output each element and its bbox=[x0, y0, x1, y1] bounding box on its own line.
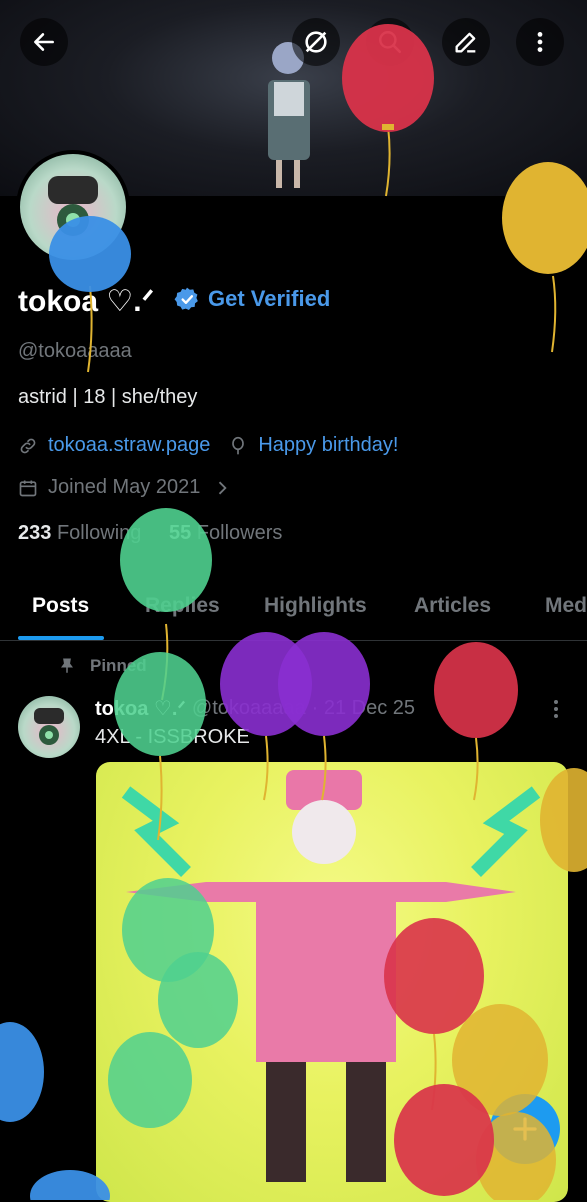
post-header: tokoa ♡.ᐟ @tokoaaaaa · 21 Dec 25 bbox=[95, 696, 415, 721]
calendar-icon bbox=[19, 480, 37, 496]
compose-button[interactable] bbox=[490, 1094, 560, 1164]
balloon-icon bbox=[232, 436, 245, 454]
followers-link[interactable]: 55 Followers bbox=[169, 522, 282, 544]
tab-posts[interactable]: Posts bbox=[32, 594, 89, 618]
more-button[interactable] bbox=[516, 18, 564, 66]
get-verified-label: Get Verified bbox=[208, 286, 331, 311]
avatar-image bbox=[20, 154, 126, 260]
verified-badge-icon bbox=[174, 287, 198, 311]
pencil-icon bbox=[455, 32, 476, 53]
post-author-name[interactable]: tokoa ♡.ᐟ bbox=[95, 696, 186, 721]
birthday-label[interactable]: Happy birthday! bbox=[258, 434, 398, 457]
grok-icon bbox=[305, 31, 327, 53]
tab-articles[interactable]: Articles bbox=[414, 594, 491, 618]
grok-button[interactable] bbox=[292, 18, 340, 66]
pinned-label: Pinned bbox=[90, 656, 147, 675]
edit-profile-button[interactable] bbox=[442, 18, 490, 66]
profile-tabs: Posts Replies Highlights Articles Media bbox=[0, 584, 587, 641]
following-count: 233 bbox=[18, 522, 52, 544]
chevron-right-icon bbox=[219, 481, 227, 494]
tab-replies[interactable]: Replies bbox=[145, 594, 220, 618]
search-button[interactable] bbox=[366, 18, 414, 66]
plus-icon bbox=[513, 1117, 537, 1141]
joined-date: Joined May 2021 bbox=[48, 476, 201, 498]
tab-highlights[interactable]: Highlights bbox=[264, 594, 367, 618]
pinned-indicator: Pinned bbox=[58, 656, 147, 676]
post-author-avatar[interactable] bbox=[18, 696, 80, 758]
display-name: tokoa ♡.ᐟ bbox=[18, 285, 155, 318]
tab-media[interactable]: Media bbox=[545, 594, 587, 618]
post-date[interactable]: · 21 Dec 25 bbox=[312, 697, 415, 720]
back-button[interactable] bbox=[20, 18, 68, 66]
profile-handle: @tokoaaaaa bbox=[18, 340, 132, 362]
profile-bio: astrid | 18 | she/they bbox=[18, 386, 198, 408]
more-vertical-icon bbox=[537, 32, 543, 52]
arrow-left-icon bbox=[34, 33, 54, 51]
more-vertical-icon bbox=[554, 700, 558, 718]
following-label: Following bbox=[56, 522, 142, 544]
follow-stats: 233 Following 55 Followers bbox=[18, 522, 282, 545]
active-tab-indicator bbox=[18, 636, 104, 640]
following-link[interactable]: 233 Following bbox=[18, 522, 141, 544]
profile-avatar[interactable] bbox=[16, 150, 130, 264]
post-author-handle[interactable]: @tokoaaaaa bbox=[192, 697, 306, 720]
post-more-button[interactable] bbox=[548, 698, 564, 725]
joined-row[interactable]: Joined May 2021 bbox=[18, 476, 232, 499]
post-text: 4XL - ISSBROKE bbox=[95, 726, 250, 748]
website-link[interactable]: tokoaa.straw.page bbox=[48, 434, 210, 457]
balloon-blue bbox=[0, 1022, 110, 1200]
get-verified-button[interactable]: Get Verified bbox=[174, 286, 330, 312]
profile-meta-row: tokoaa.straw.page Happy birthday! bbox=[18, 434, 398, 457]
search-icon bbox=[379, 31, 402, 54]
pin-icon bbox=[61, 658, 73, 673]
followers-label: Followers bbox=[196, 522, 283, 544]
link-icon bbox=[20, 438, 36, 453]
followers-count: 55 bbox=[168, 522, 192, 544]
